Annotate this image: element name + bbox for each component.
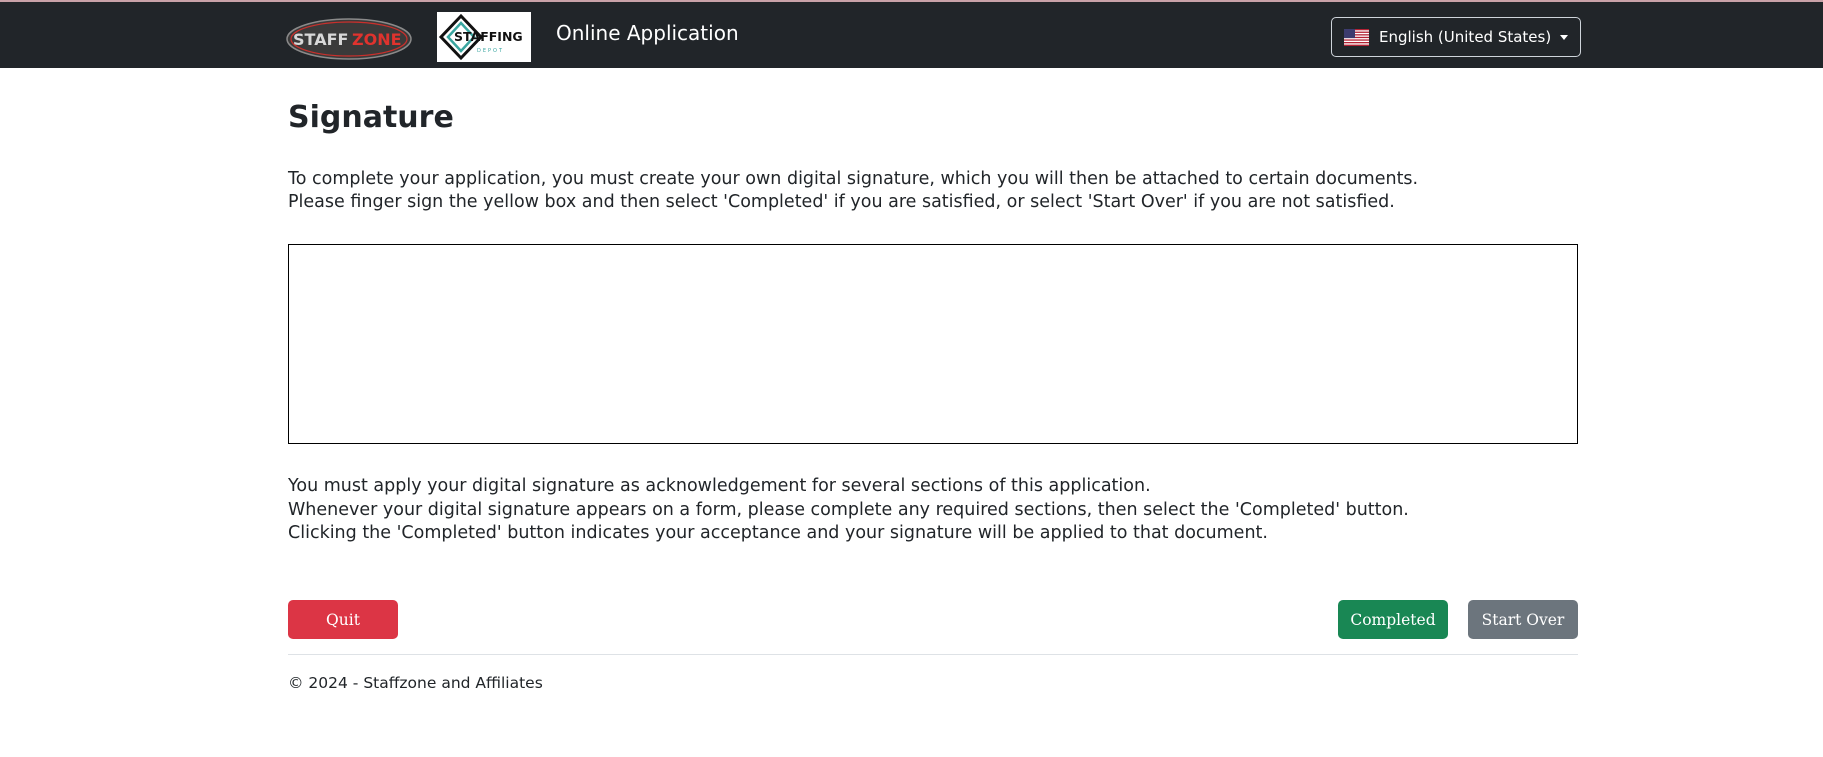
- start-over-button[interactable]: Start Over: [1468, 600, 1578, 639]
- language-label: English (United States): [1379, 28, 1552, 46]
- app-title: Online Application: [556, 21, 739, 45]
- intro-line: To complete your application, you must c…: [288, 169, 1419, 189]
- quit-button[interactable]: Quit: [288, 600, 398, 639]
- chevron-down-icon: [1560, 35, 1568, 40]
- us-flag-icon: [1344, 28, 1369, 46]
- logo-word-staff: STAFF: [293, 30, 348, 49]
- notes-line: Clicking the 'Completed' button indicate…: [288, 523, 1268, 543]
- logo-word-zone: ZONE: [352, 30, 402, 49]
- footer-divider: [288, 654, 1578, 655]
- staffzone-logo[interactable]: STAFF ZONE: [286, 13, 412, 61]
- staffing-depot-logo[interactable]: STAFFING DEPOT: [437, 12, 531, 62]
- top-navbar: STAFF ZONE STAFFING DEPOT Online Applica…: [0, 0, 1823, 68]
- intro-text: To complete your application, you must c…: [288, 168, 1418, 214]
- language-select[interactable]: English (United States): [1331, 17, 1581, 57]
- completed-button[interactable]: Completed: [1338, 600, 1448, 639]
- page-title: Signature: [288, 100, 454, 135]
- logo-word-staffing: STAFFING: [454, 29, 523, 44]
- notes-line: Whenever your digital signature appears …: [288, 499, 1409, 520]
- notes-line: You must apply your digital signature as…: [288, 476, 1151, 496]
- footer-copyright: © 2024 - Staffzone and Affiliates: [288, 674, 543, 692]
- logo-word-depot: DEPOT: [477, 48, 504, 54]
- signature-pad[interactable]: [288, 244, 1578, 444]
- intro-line: Please finger sign the yellow box and th…: [288, 192, 1395, 212]
- signature-notes: You must apply your digital signature as…: [288, 475, 1409, 546]
